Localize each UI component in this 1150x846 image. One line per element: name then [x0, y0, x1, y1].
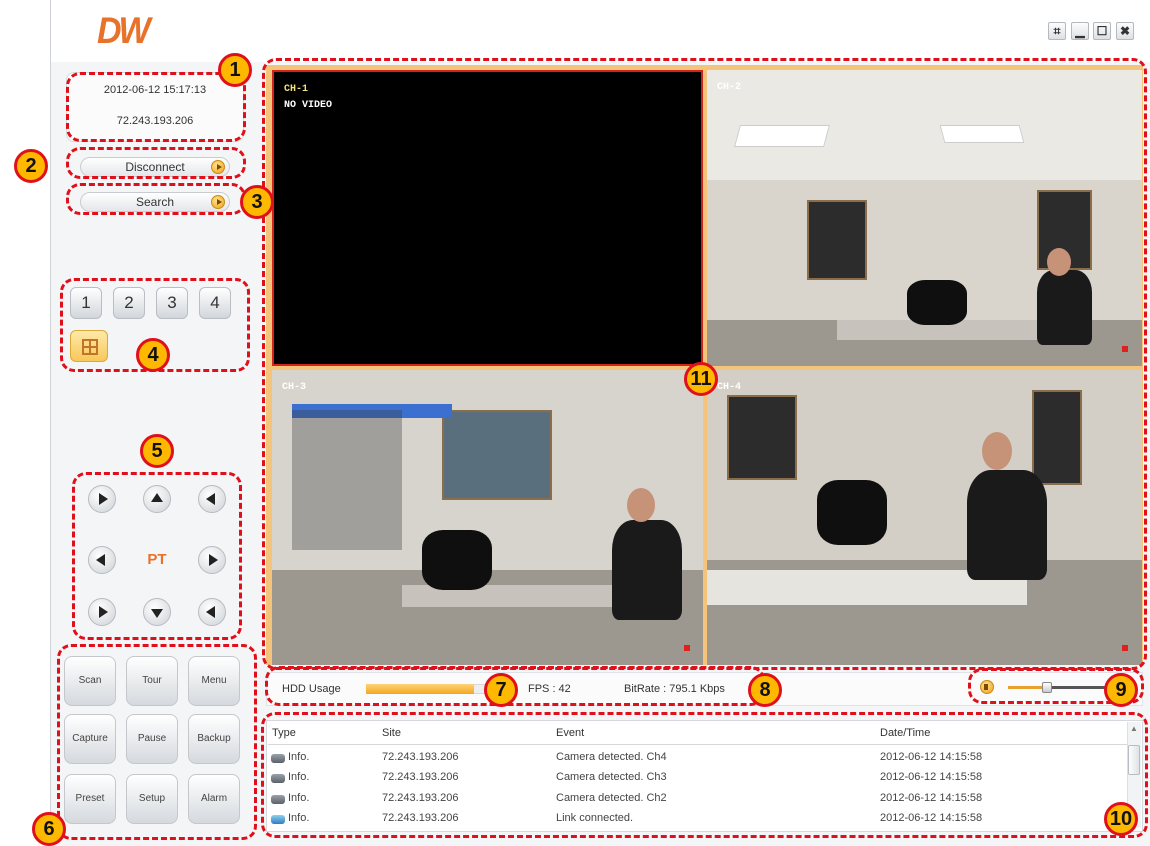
annotation-outline [66, 72, 246, 142]
title-bar [51, 0, 1150, 62]
dw-logo: DW [97, 10, 151, 52]
annotation-badge: 6 [32, 812, 66, 846]
maximize-button[interactable]: ☐ [1093, 22, 1111, 40]
annotation-badge: 1 [218, 53, 252, 87]
annotation-badge: 3 [240, 185, 274, 219]
annotation-badge: 10 [1104, 802, 1138, 836]
annotation-badge: 8 [748, 673, 782, 707]
annotation-outline [72, 472, 242, 640]
annotation-badge: 7 [484, 673, 518, 707]
annotation-outline [66, 147, 246, 179]
close-button[interactable]: ✖ [1116, 22, 1134, 40]
annotation-outline [57, 644, 257, 840]
annotation-outline [66, 183, 246, 215]
annotation-badge: 4 [136, 338, 170, 372]
annotation-badge: 5 [140, 434, 174, 468]
annotation-outline [261, 712, 1148, 838]
annotation-badge: 9 [1104, 673, 1138, 707]
fit-window-button[interactable]: ⌗ [1048, 22, 1066, 40]
annotation-badge: 2 [14, 149, 48, 183]
minimize-button[interactable]: ▁ [1071, 22, 1089, 40]
annotation-badge: 11 [684, 362, 718, 396]
